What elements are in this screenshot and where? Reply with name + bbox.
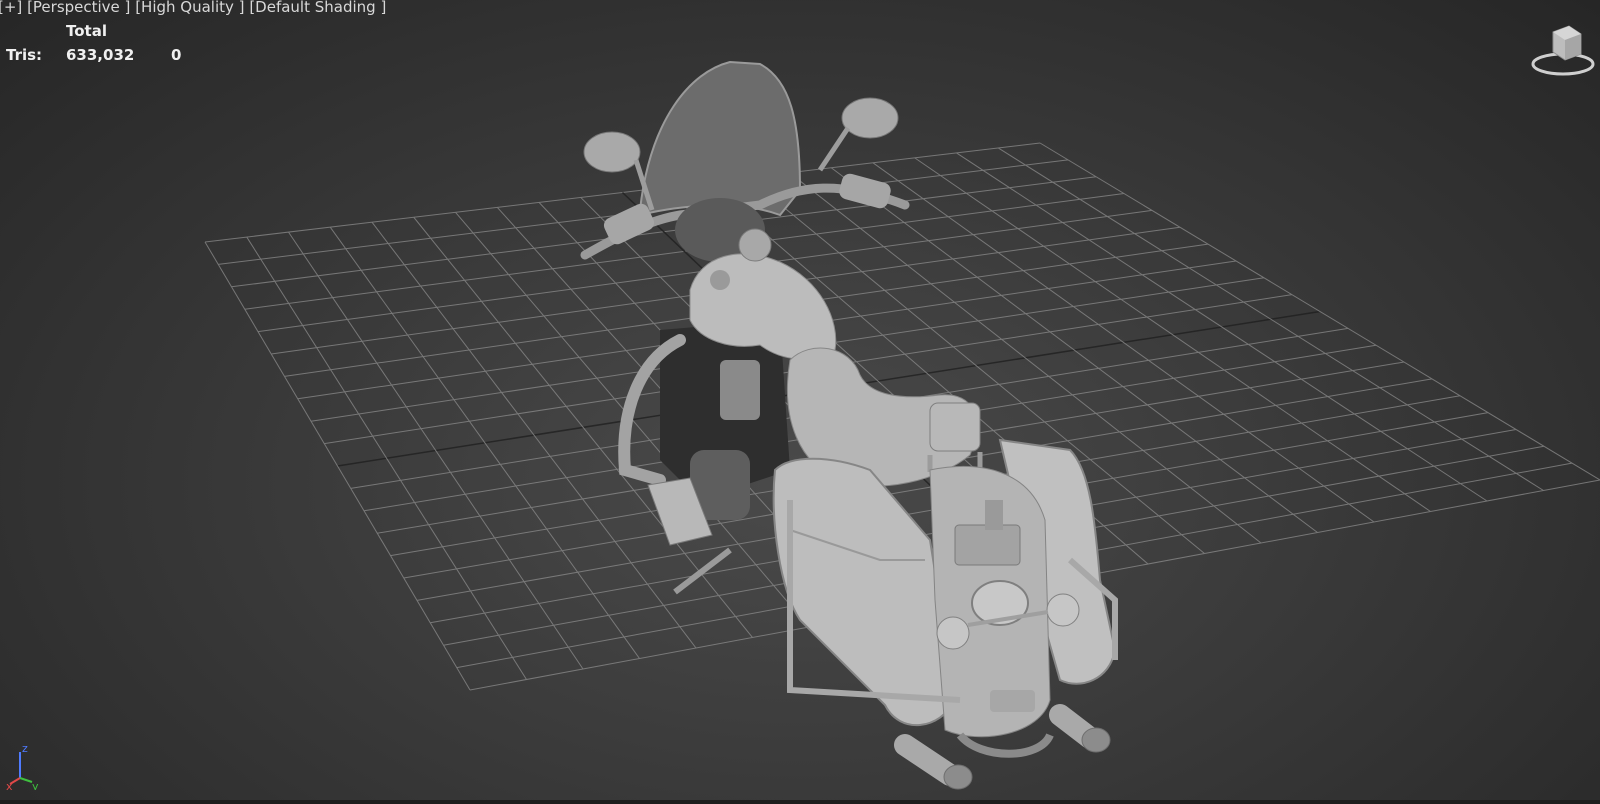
viewport-bottom-border [0,800,1600,804]
viewport-shading-menu[interactable]: [Default Shading ] [249,0,386,16]
viewport-quality-menu[interactable]: [High Quality ] [135,0,244,16]
scene-render [204,60,1600,790]
axis-y-label: y [32,780,39,790]
viewcube-icon[interactable] [1525,20,1595,80]
viewport-label-menu: [+] [Perspective ] [High Quality ] [Defa… [0,0,386,16]
perspective-viewport[interactable]: [+] [Perspective ] [High Quality ] [Defa… [0,0,1600,804]
stats-total-header: Total [66,22,107,40]
axis-tripod-icon: z x y [6,742,39,790]
viewport-point-of-view-menu[interactable]: [Perspective ] [27,0,130,16]
stats-tris-label: Tris: [6,46,43,64]
stats-tris-total: 633,032 [66,46,135,64]
stats-tris-selected: 0 [171,46,182,64]
viewport-general-menu[interactable]: [+] [0,0,22,16]
axis-x-label: x [6,780,13,790]
axis-z-label: z [22,742,28,755]
